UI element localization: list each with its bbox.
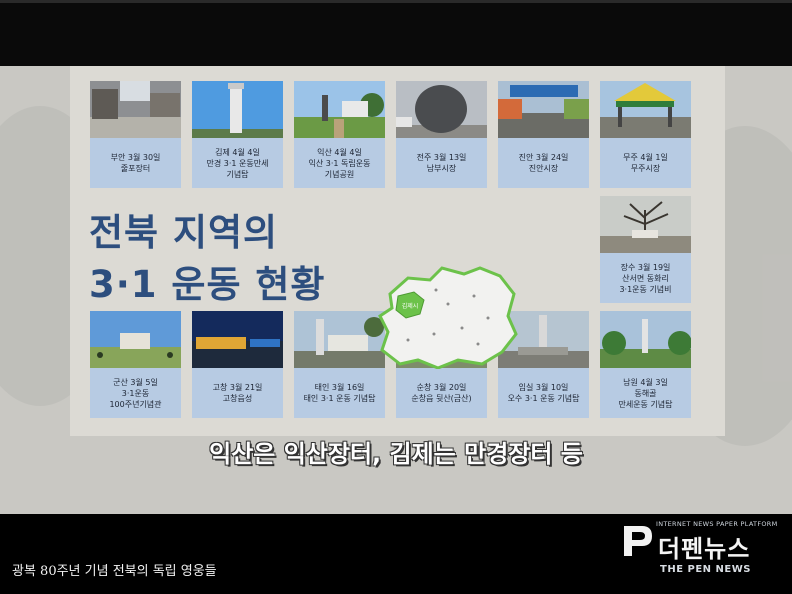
card-caption: 고창 3월 21일 고창읍성 [212, 383, 263, 403]
infographic-title: 전북 지역의 [89, 211, 279, 254]
card-caption: 김제 4월 4일 만경 3·1 운동만세 기념탑 [206, 147, 269, 179]
pen-logo-icon [624, 526, 652, 556]
logo-english: THE PEN NEWS [660, 564, 751, 575]
memorial-tree-photo [600, 196, 691, 253]
card-caption: 남원 4월 3일 동해골 만세운동 기념탑 [618, 377, 673, 409]
card-caption: 장수 3월 19일 산서면 동화리 3·1운동 기념비 [619, 262, 672, 294]
market-gate-photo [600, 81, 691, 138]
fortress-night-photo [192, 311, 283, 368]
infographic-title-line2: 3·1 운동 현황 [89, 263, 326, 306]
monument-photo [600, 311, 691, 368]
card-buan: 부안 3월 30일 줄포장터 [90, 81, 181, 188]
video-frame: 부안 3월 30일 줄포장터 김제 4월 4일 만경 3·1 운동만세 기념탑 … [0, 66, 792, 514]
card-caption: 태인 3월 16일 태인 3·1 운동 기념탑 [303, 383, 376, 403]
card-caption: 익산 4월 4일 익산 3·1 독립운동 기념공원 [308, 147, 371, 179]
jeonbuk-map: 김제시 [378, 266, 518, 369]
memorial-hall-photo [90, 311, 181, 368]
park-photo [294, 81, 385, 138]
card-muju: 무주 4월 1일 무주시장 [600, 81, 691, 188]
monument-photo [294, 311, 385, 368]
card-gochang: 고창 3월 21일 고창읍성 [192, 311, 283, 418]
card-caption: 순창 3월 20일 순창읍 뒷산(금산) [411, 383, 472, 403]
card-caption: 전주 3월 13일 남부시장 [416, 153, 467, 173]
top-letterbox [0, 0, 792, 66]
video-subtitle: 익산은 익산장터, 김제는 만경장터 등 [209, 440, 583, 468]
card-caption: 진안 3월 24일 진안시장 [518, 153, 569, 173]
card-jangsu: 장수 3월 19일 산서면 동화리 3·1운동 기념비 [600, 196, 691, 303]
logo-tagline: INTERNET NEWS PAPER PLATFORM [656, 520, 778, 528]
card-gunsan: 군산 3월 5일 3·1운동 100주년기념관 [90, 311, 181, 418]
card-gimje: 김제 4월 4일 만경 3·1 운동만세 기념탑 [192, 81, 283, 188]
card-caption: 군산 3월 5일 3·1운동 100주년기념관 [109, 377, 162, 409]
market-photo [90, 81, 181, 138]
video-caption: 광복 80주년 기념 전북의 독립 영웅들 [12, 564, 217, 579]
card-namwon: 남원 4월 3일 동해골 만세운동 기념탑 [600, 311, 691, 418]
monument-photo [192, 81, 283, 138]
top-divider [0, 0, 792, 3]
card-caption: 임실 3월 10일 오수 3·1 운동 기념탑 [507, 383, 580, 403]
logo-brand: 더펜뉴스 [658, 535, 751, 563]
map-label: 김제시 [402, 302, 419, 310]
card-iksan: 익산 4월 4일 익산 3·1 독립운동 기념공원 [294, 81, 385, 188]
card-caption: 무주 4월 1일 무주시장 [623, 153, 668, 173]
card-taein: 태인 3월 16일 태인 3·1 운동 기념탑 [294, 311, 385, 418]
news-logo: INTERNET NEWS PAPER PLATFORM 더펜뉴스 THE PE… [620, 520, 780, 580]
memorial-stone-photo [396, 81, 487, 138]
card-jeonju: 전주 3월 13일 남부시장 [396, 81, 487, 188]
card-jinan: 진안 3월 24일 진안시장 [498, 81, 589, 188]
market-gate-photo [498, 81, 589, 138]
card-caption: 부안 3월 30일 줄포장터 [110, 153, 161, 173]
